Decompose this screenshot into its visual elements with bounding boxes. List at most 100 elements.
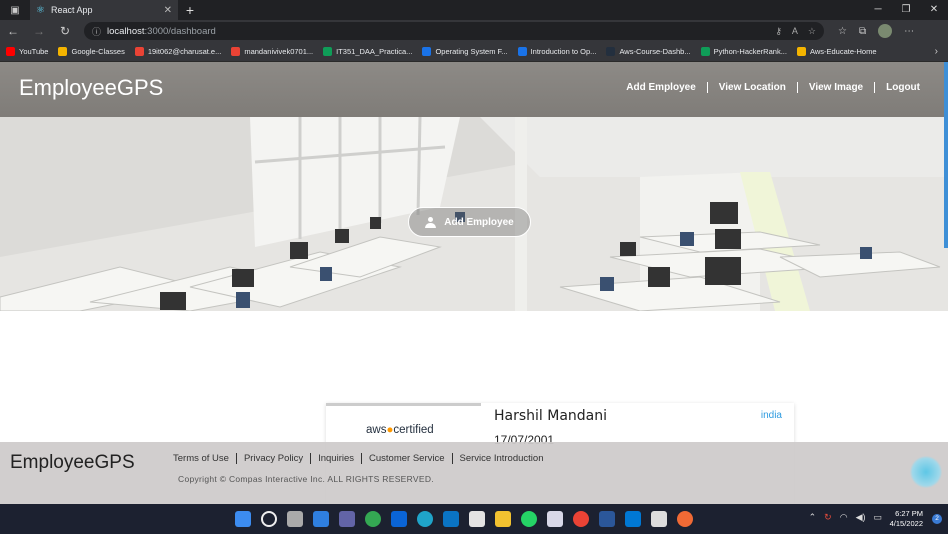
page: EmployeeGPS Add Employee View Location V…	[0, 62, 948, 504]
bookmark-favicon-icon	[231, 47, 241, 56]
bookmark-favicon-icon	[700, 47, 710, 56]
key-icon[interactable]: ⚷	[775, 26, 782, 37]
minimize-icon[interactable]: ─	[864, 0, 892, 20]
url-host: localhost	[107, 25, 145, 37]
bookmark-favicon-icon	[323, 47, 333, 56]
tab-close-icon[interactable]: ✕	[164, 5, 172, 16]
bookmark-item[interactable]: YouTube	[6, 47, 48, 56]
chat-widget-icon[interactable]	[910, 456, 942, 488]
hero-banner: Add Employee	[0, 117, 948, 311]
teams-icon[interactable]	[339, 511, 355, 527]
wifi-icon[interactable]: ◠	[840, 512, 848, 523]
notification-badge[interactable]: 2	[932, 514, 942, 524]
new-tab-button[interactable]: +	[178, 2, 202, 18]
snipping-tool-icon[interactable]	[547, 511, 563, 527]
bookmark-favicon-icon	[58, 47, 68, 56]
footer-link-inquiries[interactable]: Inquiries	[311, 453, 363, 464]
close-window-icon[interactable]: ✕	[920, 0, 948, 20]
site-header: EmployeeGPS Add Employee View Location V…	[0, 62, 948, 117]
bookmark-item[interactable]: Aws-Course-Dashb...	[606, 47, 691, 56]
site-info-icon[interactable]: ⓘ	[92, 25, 101, 38]
bookmark-item[interactable]: 19it062@charusat.e...	[134, 47, 221, 56]
bookmark-item[interactable]: Aws-Educate-Home	[796, 47, 877, 56]
bookmark-item[interactable]: Google-Classes	[58, 47, 125, 56]
nav-add-employee[interactable]: Add Employee	[615, 82, 708, 93]
bookmark-label: Google-Classes	[71, 47, 125, 56]
bookmark-label: YouTube	[19, 47, 49, 56]
site-footer: EmployeeGPS Terms of Use Privacy Policy …	[0, 442, 948, 504]
restore-icon[interactable]: ❐	[892, 0, 920, 20]
copyright-text: Copyright © Compas Interactive Inc. ALL …	[178, 474, 434, 484]
vscode-icon[interactable]	[625, 511, 641, 527]
bookmark-item[interactable]: Introduction to Op...	[517, 47, 596, 56]
bookmark-label: Python-HackerRank...	[713, 47, 787, 56]
nav-view-image[interactable]: View Image	[798, 82, 876, 93]
postman-icon[interactable]	[677, 511, 693, 527]
footer-links: Terms of Use Privacy Policy Inquiries Cu…	[173, 453, 550, 464]
tab-title: React App	[50, 5, 93, 15]
task-view-icon[interactable]	[287, 511, 303, 527]
bookmark-item[interactable]: Operating System F...	[422, 47, 508, 56]
bookmark-label: Aws-Educate-Home	[809, 47, 877, 56]
brand-logo[interactable]: EmployeeGPS	[19, 75, 163, 101]
widgets-icon[interactable]	[313, 511, 329, 527]
bookmark-favicon-icon	[422, 47, 432, 56]
start-icon[interactable]	[235, 511, 251, 527]
favorites-icon[interactable]: ☆	[838, 26, 847, 37]
bookmark-item[interactable]: IT351_DAA_Practica...	[323, 47, 412, 56]
word-icon[interactable]	[599, 511, 615, 527]
read-aloud-icon[interactable]: A	[792, 26, 798, 37]
employee-country: india	[760, 410, 782, 421]
store-icon[interactable]	[469, 511, 485, 527]
mail-icon[interactable]	[391, 511, 407, 527]
search-icon[interactable]	[261, 511, 277, 527]
bookmark-favicon-icon	[796, 47, 806, 56]
page-scrollbar[interactable]	[944, 62, 948, 248]
forward-icon[interactable]: →	[26, 24, 52, 38]
whatsapp-icon[interactable]	[521, 511, 537, 527]
remote-desktop-icon[interactable]	[443, 511, 459, 527]
collections-icon[interactable]: ⧉	[859, 26, 866, 37]
tab-actions-icon[interactable]: ▣	[0, 0, 30, 20]
nav-view-location[interactable]: View Location	[708, 82, 798, 93]
app-icon[interactable]	[651, 511, 667, 527]
browser-tab[interactable]: ⚛ React App ✕	[30, 0, 178, 20]
volume-icon[interactable]: ◀)	[856, 512, 866, 523]
edge-icon[interactable]	[417, 511, 433, 527]
favorite-add-icon[interactable]: ☆	[808, 26, 816, 37]
back-icon[interactable]: ←	[0, 24, 26, 38]
react-icon: ⚛	[36, 4, 45, 16]
taskbar-clock[interactable]: 6:27 PM 4/15/2022	[890, 509, 923, 529]
bookmark-label: Operating System F...	[435, 47, 508, 56]
browser-tab-strip: ▣ ⚛ React App ✕ + ─ ❐ ✕	[0, 0, 948, 20]
os-taskbar: ⌃ ↻ ◠ ◀) ▭ 6:27 PM 4/15/2022 2	[0, 504, 948, 534]
address-bar[interactable]: ⓘ localhost:3000/dashboard ⚷ A ☆	[84, 22, 824, 40]
profile-avatar[interactable]	[878, 24, 893, 38]
file-explorer-icon[interactable]	[495, 511, 511, 527]
main-nav: Add Employee View Location View Image Lo…	[615, 82, 920, 93]
footer-link-terms[interactable]: Terms of Use	[173, 453, 237, 464]
chrome-profile-icon[interactable]	[573, 511, 589, 527]
chrome-icon[interactable]	[365, 511, 381, 527]
refresh-icon[interactable]: ↻	[52, 24, 78, 38]
bookmark-label: IT351_DAA_Practica...	[336, 47, 413, 56]
hero-add-employee-button[interactable]: Add Employee	[408, 207, 531, 237]
bookmark-favicon-icon	[6, 47, 15, 56]
bookmarks-overflow-icon[interactable]: ›	[935, 46, 938, 57]
sync-icon[interactable]: ↻	[824, 512, 832, 523]
more-menu-icon[interactable]: ⋯	[904, 26, 914, 37]
tray-chevron-icon[interactable]: ⌃	[809, 512, 817, 523]
footer-link-privacy[interactable]: Privacy Policy	[237, 453, 312, 464]
bookmark-favicon-icon	[606, 47, 616, 56]
footer-link-customer-service[interactable]: Customer Service	[362, 453, 453, 464]
window-controls: ─ ❐ ✕	[864, 0, 948, 20]
bookmark-favicon-icon	[517, 47, 527, 56]
footer-link-service-intro[interactable]: Service Introduction	[453, 453, 551, 464]
taskbar-apps	[235, 511, 693, 527]
battery-icon[interactable]: ▭	[873, 512, 882, 523]
browser-toolbar: ← → ↻ ⓘ localhost:3000/dashboard ⚷ A ☆ ☆…	[0, 20, 948, 42]
bookmark-item[interactable]: mandanivivek0701...	[231, 47, 313, 56]
nav-logout[interactable]: Logout	[875, 82, 920, 93]
bookmark-item[interactable]: Python-HackerRank...	[700, 47, 787, 56]
footer-brand: EmployeeGPS	[10, 452, 135, 473]
